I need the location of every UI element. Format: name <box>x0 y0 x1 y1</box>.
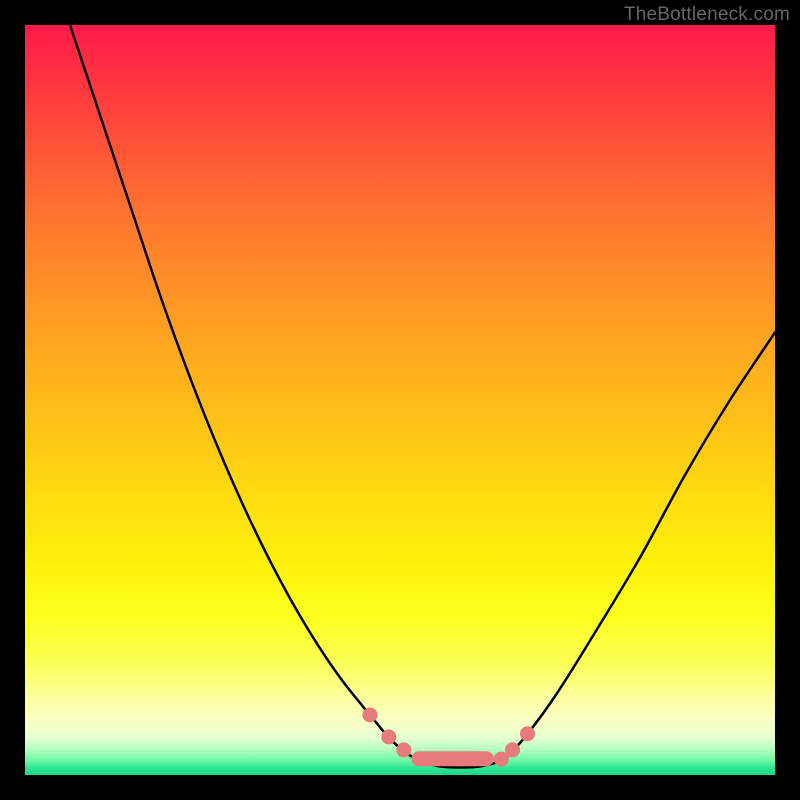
curve-marker-bead <box>381 729 396 744</box>
curve-path <box>70 25 775 768</box>
curve-marker-bead <box>520 726 535 741</box>
chart-frame: TheBottleneck.com <box>0 0 800 800</box>
curve-marker-bead <box>396 742 411 757</box>
bottleneck-curve <box>25 25 775 775</box>
curve-marker-bar <box>411 751 494 766</box>
curve-marker-bead <box>494 752 509 767</box>
chart-plot-area <box>25 25 775 775</box>
curve-marker-bead <box>505 742 520 757</box>
curve-marker-bead <box>363 708 378 723</box>
curve-beads <box>363 708 536 767</box>
watermark-label: TheBottleneck.com <box>624 4 790 26</box>
